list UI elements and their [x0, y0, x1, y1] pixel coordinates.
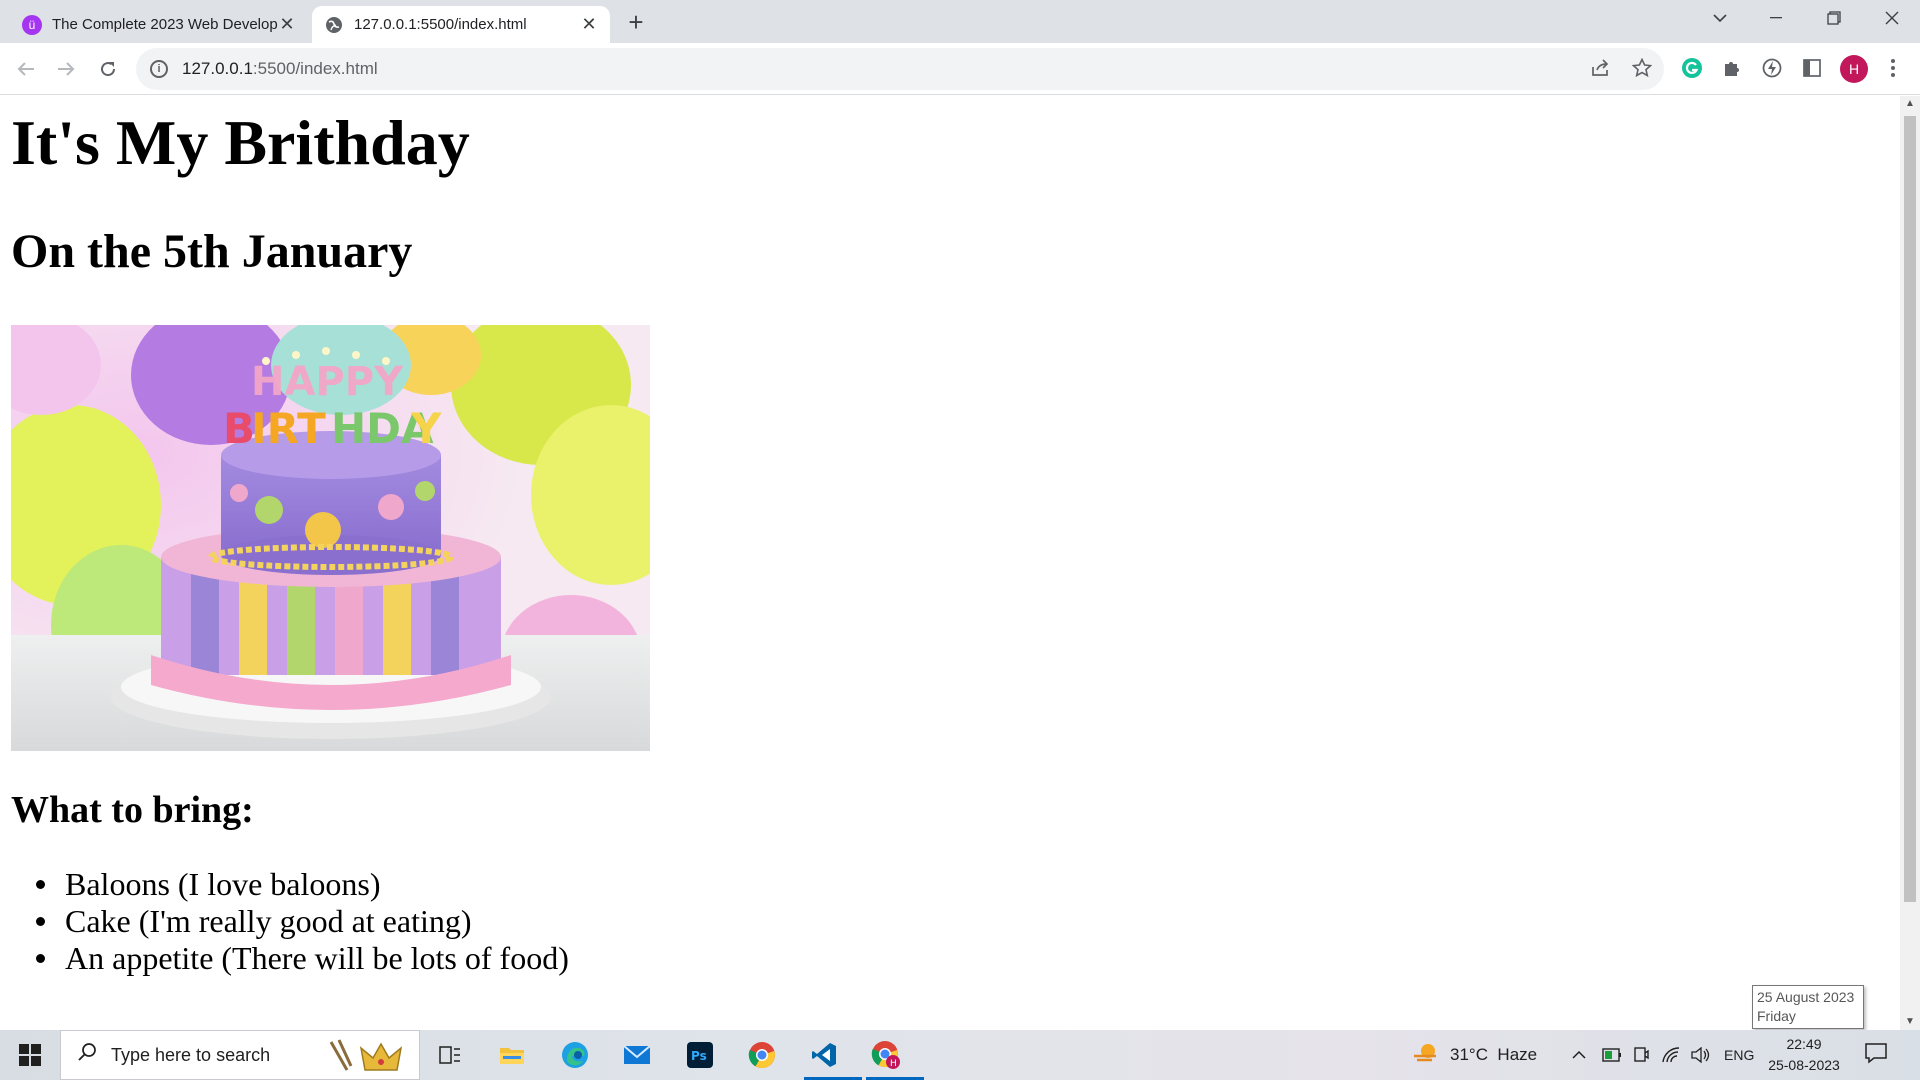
- svg-text:Ps: Ps: [691, 1049, 707, 1063]
- page-subheading: On the 5th January: [11, 225, 413, 278]
- reload-button[interactable]: [92, 53, 124, 85]
- menu-kebab-icon[interactable]: [1880, 55, 1906, 81]
- file-explorer-icon[interactable]: [492, 1037, 532, 1073]
- birthday-cake-image: HAPPY B IRT HDA Y: [11, 325, 650, 751]
- scroll-down-arrow-icon[interactable]: ▼: [1900, 1014, 1920, 1030]
- search-icon: [77, 1042, 97, 1068]
- clock-time: 22:49: [1786, 1036, 1822, 1052]
- grammarly-icon[interactable]: [1679, 55, 1705, 81]
- tooltip-date: 25 August 2023: [1757, 989, 1855, 1005]
- extensions-puzzle-icon[interactable]: [1719, 55, 1745, 81]
- udemy-icon: ü: [22, 14, 42, 35]
- windows-start-icon[interactable]: [10, 1039, 50, 1071]
- back-button[interactable]: [10, 53, 42, 85]
- svg-text:Y: Y: [410, 404, 442, 453]
- svg-text:HAPPY: HAPPY: [251, 359, 404, 405]
- edge-icon[interactable]: [555, 1037, 595, 1073]
- restore-button[interactable]: [1806, 0, 1862, 36]
- device-meet-icon[interactable]: [1633, 1030, 1649, 1080]
- chrome-profile-icon[interactable]: H: [866, 1037, 924, 1080]
- list-item: Cake (I'm really good at eating): [36, 903, 569, 940]
- globe-icon: [324, 15, 344, 35]
- tab-title: 127.0.0.1:5500/index.html: [354, 16, 527, 33]
- photoshop-icon[interactable]: Ps: [680, 1037, 720, 1073]
- bookmark-star-icon[interactable]: [1627, 53, 1657, 83]
- list-item: Baloons (I love baloons): [36, 866, 569, 903]
- profile-avatar[interactable]: H: [1840, 55, 1868, 83]
- page-viewport: It's My Brithday On the 5th January HAPP…: [0, 96, 1900, 1030]
- address-url: 127.0.0.1:5500/index.html: [182, 59, 378, 78]
- minimize-button[interactable]: [1748, 0, 1804, 36]
- list-item: An appetite (There will be lots of food): [36, 940, 569, 977]
- chrome-icon[interactable]: [742, 1037, 782, 1073]
- notification-center-icon[interactable]: [1864, 1042, 1890, 1066]
- wifi-icon[interactable]: [1662, 1030, 1680, 1080]
- close-tab-icon[interactable]: ✕: [580, 14, 598, 35]
- taskbar-search-box[interactable]: Type here to search: [60, 1030, 420, 1080]
- bullet-icon: [36, 880, 45, 889]
- tab-localhost[interactable]: 127.0.0.1:5500/index.html ✕: [312, 6, 610, 43]
- tab-udemy[interactable]: ü The Complete 2023 Web Develop ✕: [10, 6, 308, 43]
- date-tooltip: 25 August 2023 Friday: [1752, 985, 1864, 1029]
- tab-strip: ü The Complete 2023 Web Develop ✕ 127.0.…: [0, 0, 1920, 43]
- show-hidden-icons-chevron-icon[interactable]: [1572, 1030, 1586, 1080]
- bring-list: Baloons (I love baloons) Cake (I'm reall…: [36, 866, 569, 977]
- close-window-button[interactable]: [1864, 0, 1920, 36]
- weather-haze-icon: [1412, 1042, 1440, 1069]
- page-scrollbar[interactable]: ▲ ▼: [1900, 96, 1920, 1030]
- svg-text:IRT: IRT: [251, 404, 326, 453]
- scroll-up-arrow-icon[interactable]: ▲: [1900, 96, 1920, 112]
- new-tab-button[interactable]: +: [622, 8, 650, 36]
- mail-icon[interactable]: [617, 1037, 657, 1073]
- browser-toolbar: i 127.0.0.1:5500/index.html H: [0, 43, 1920, 95]
- page-heading: It's My Brithday: [11, 107, 470, 178]
- scrollbar-thumb[interactable]: [1904, 116, 1916, 902]
- clock-date: 25-08-2023: [1768, 1057, 1840, 1073]
- close-tab-icon[interactable]: ✕: [278, 14, 296, 35]
- address-bar[interactable]: i 127.0.0.1:5500/index.html: [136, 48, 1664, 90]
- windows-taskbar: Type here to search Ps H 31°C Haze ENG 2…: [0, 1030, 1920, 1080]
- svg-text:H: H: [890, 1059, 897, 1069]
- task-view-icon[interactable]: [430, 1037, 470, 1073]
- tab-title: The Complete 2023 Web Develop: [52, 16, 278, 33]
- battery-icon[interactable]: [1602, 1030, 1622, 1080]
- search-highlight-crown-icon: [325, 1036, 413, 1076]
- share-icon[interactable]: [1586, 53, 1616, 83]
- performance-icon[interactable]: [1759, 55, 1785, 81]
- tab-search-chevron-icon[interactable]: [1692, 0, 1748, 36]
- forward-button[interactable]: [50, 53, 82, 85]
- site-info-icon[interactable]: i: [150, 60, 168, 78]
- volume-icon[interactable]: [1690, 1030, 1710, 1080]
- weather-widget[interactable]: 31°C Haze: [1412, 1030, 1537, 1080]
- vscode-icon[interactable]: [804, 1037, 862, 1080]
- weather-text: 31°C Haze: [1450, 1045, 1538, 1064]
- bullet-icon: [36, 954, 45, 963]
- language-indicator[interactable]: ENG: [1724, 1030, 1754, 1080]
- what-to-bring-heading: What to bring:: [11, 789, 254, 831]
- bullet-icon: [36, 917, 45, 926]
- taskbar-clock[interactable]: 22:49 25-08-2023: [1768, 1034, 1840, 1076]
- side-panel-icon[interactable]: [1799, 55, 1825, 81]
- tooltip-day: Friday: [1757, 1008, 1796, 1024]
- search-placeholder: Type here to search: [111, 1044, 271, 1065]
